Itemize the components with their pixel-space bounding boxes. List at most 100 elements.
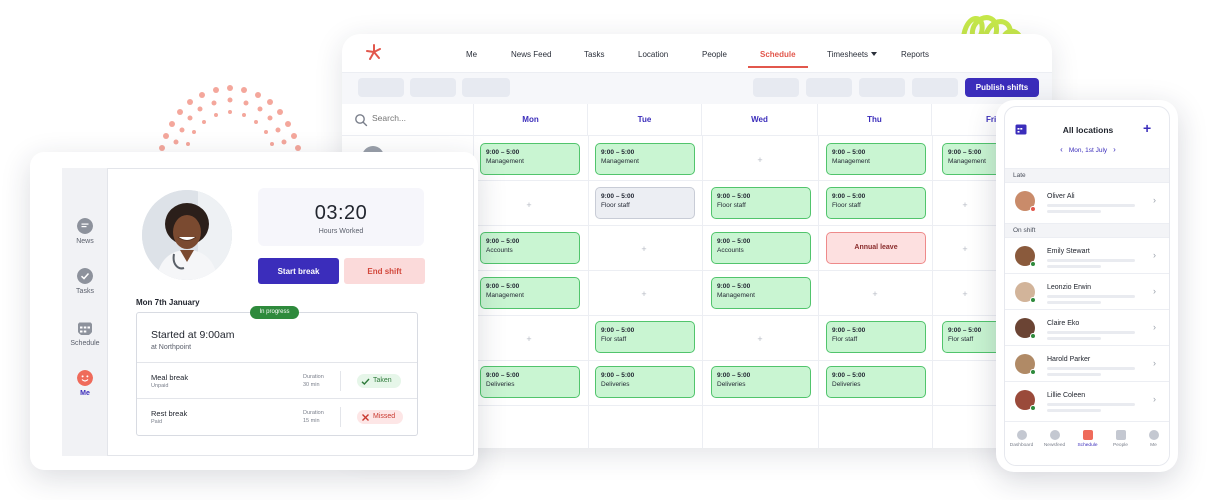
close-icon — [362, 414, 369, 421]
duration-label: Duration — [303, 410, 324, 416]
person-name: Leonzio Erwin — [1047, 284, 1091, 291]
shift-mon-deliveries[interactable]: 9:00 – 5:00 Deliveries — [480, 366, 580, 398]
add-shift-icon[interactable]: + — [524, 200, 534, 210]
add-shift-icon[interactable]: + — [755, 155, 765, 165]
shift-tue-management[interactable]: 9:00 – 5:00 Management — [595, 143, 695, 175]
nav-me[interactable]: Me — [466, 50, 477, 59]
shift-mon-accounts[interactable]: 9:00 – 5:00 Accounts — [480, 232, 580, 264]
chevron-right-icon: › — [1153, 286, 1156, 296]
toolbar-action-1[interactable] — [753, 78, 799, 97]
toolbar-action-2[interactable] — [806, 78, 852, 97]
shift-wed-management[interactable]: 9:00 – 5:00 Management — [711, 277, 811, 309]
tab-people[interactable]: People — [1104, 430, 1137, 448]
shift-thu-flor-staff[interactable]: 9:00 – 5:00 Flor staff — [826, 321, 926, 353]
shift-wed-deliveries[interactable]: 9:00 – 5:00 Deliveries — [711, 366, 811, 398]
shift-role: Management — [948, 158, 986, 165]
tab-newsfeed[interactable]: Newsfeed — [1038, 430, 1071, 448]
sidebar-item-news[interactable]: News — [62, 218, 108, 245]
smiley-icon — [1148, 430, 1159, 440]
shift-tue-flor-staff[interactable]: 9:00 – 5:00 Flor staff — [595, 321, 695, 353]
nav-reports[interactable]: Reports — [901, 50, 929, 59]
nav-timesheets[interactable]: Timesheets — [827, 50, 878, 59]
day-header-thu: Thu — [818, 104, 932, 136]
placeholder-line — [1047, 210, 1101, 213]
break-status-missed: Missed — [357, 410, 403, 424]
shift-thu-deliveries[interactable]: 9:00 – 5:00 Deliveries — [826, 366, 926, 398]
sidebar-item-me[interactable]: Me — [62, 370, 108, 397]
add-shift-icon[interactable]: + — [960, 200, 970, 210]
schedule-toolbar: Publish shifts — [342, 72, 1052, 104]
start-break-button[interactable]: Start break — [258, 258, 339, 284]
sidebar-item-tasks[interactable]: Tasks — [62, 268, 108, 295]
break-name: Meal break — [151, 373, 189, 382]
break-type: Unpaid — [151, 383, 169, 389]
shift-role: Flor staff — [601, 336, 627, 343]
shift-start-title: Started at 9:00am — [151, 329, 235, 341]
add-shift-icon[interactable]: + — [960, 244, 970, 254]
sidebar-item-label: News — [76, 238, 94, 245]
shift-tue-floor-staff[interactable]: 9:00 – 5:00 Floor staff — [595, 187, 695, 219]
add-shift-icon[interactable]: + — [524, 334, 534, 344]
add-shift-icon[interactable]: + — [870, 289, 880, 299]
toolbar-filter-2[interactable] — [410, 78, 456, 97]
toolbar-action-3[interactable] — [859, 78, 905, 97]
shift-mon-management-2[interactable]: 9:00 – 5:00 Management — [480, 277, 580, 309]
sidebar-item-label: Schedule — [70, 340, 100, 347]
search-input[interactable] — [372, 113, 462, 123]
profile-photo — [142, 190, 232, 280]
chevron-right-icon[interactable]: › — [1113, 145, 1116, 154]
grid-row-divider — [474, 225, 1052, 226]
placeholder-line — [1047, 373, 1101, 376]
add-shift-icon[interactable]: + — [755, 334, 765, 344]
toolbar-action-4[interactable] — [912, 78, 958, 97]
chevron-left-icon[interactable]: ‹ — [1060, 145, 1063, 154]
chevron-right-icon: › — [1153, 322, 1156, 332]
list-item[interactable]: Emily Stewart › — [1005, 237, 1169, 273]
list-item[interactable]: Oliver Ali › — [1005, 182, 1169, 218]
end-shift-button[interactable]: End shift — [344, 258, 425, 284]
shift-role: Management — [601, 158, 639, 165]
placeholder-line — [1047, 331, 1135, 334]
tab-me[interactable]: Me — [1137, 430, 1169, 448]
nav-tasks[interactable]: Tasks — [584, 50, 604, 59]
shift-thu-floor-staff[interactable]: 9:00 – 5:00 Floor staff — [826, 187, 926, 219]
add-icon[interactable]: + — [1143, 120, 1151, 136]
add-shift-icon[interactable]: + — [960, 289, 970, 299]
list-item[interactable]: Leonzio Erwin › — [1005, 273, 1169, 309]
toolbar-filter-1[interactable] — [358, 78, 404, 97]
shift-tue-deliveries[interactable]: 9:00 – 5:00 Deliveries — [595, 366, 695, 398]
brand-logo-icon[interactable] — [366, 44, 382, 60]
shift-wed-accounts[interactable]: 9:00 – 5:00 Accounts — [711, 232, 811, 264]
sidebar-item-schedule[interactable]: Schedule — [62, 320, 108, 347]
shift-thu-management[interactable]: 9:00 – 5:00 Management — [826, 143, 926, 175]
shift-date: Mon 7th January — [136, 298, 200, 307]
tab-label: Dashboard — [1009, 443, 1034, 448]
status-label: Missed — [373, 413, 396, 420]
add-shift-icon[interactable]: + — [639, 244, 649, 254]
placeholder-line — [1047, 301, 1101, 304]
list-item[interactable]: Harold Parker › — [1005, 345, 1169, 381]
nav-people[interactable]: People — [702, 50, 727, 59]
publish-shifts-button[interactable]: Publish shifts — [965, 78, 1039, 97]
add-shift-icon[interactable]: + — [639, 289, 649, 299]
toolbar-filter-3[interactable] — [462, 78, 510, 97]
shift-thu-annual-leave[interactable]: Annual leave — [826, 232, 926, 264]
shift-time: 9:00 – 5:00 — [832, 327, 866, 334]
tab-dashboard[interactable]: Dashboard — [1005, 430, 1038, 448]
grid-col-divider — [702, 136, 703, 448]
list-item[interactable]: Lillie Coleen › — [1005, 381, 1169, 417]
list-item[interactable]: Claire Eko › — [1005, 309, 1169, 345]
shift-role: Management — [486, 292, 524, 299]
shift-time: 9:00 – 5:00 — [486, 283, 520, 290]
nav-location[interactable]: Location — [638, 50, 668, 59]
shift-time: 9:00 – 5:00 — [486, 149, 520, 156]
tab-schedule[interactable]: Schedule — [1071, 430, 1104, 448]
divider — [340, 407, 341, 427]
nav-schedule[interactable]: Schedule — [760, 50, 796, 59]
smiley-icon — [77, 370, 93, 386]
shift-mon-management[interactable]: 9:00 – 5:00 Management — [480, 143, 580, 175]
people-icon — [1115, 430, 1126, 440]
nav-news-feed[interactable]: News Feed — [511, 50, 551, 59]
shift-role: Floor staff — [717, 202, 746, 209]
shift-wed-floor-staff[interactable]: 9:00 – 5:00 Floor staff — [711, 187, 811, 219]
